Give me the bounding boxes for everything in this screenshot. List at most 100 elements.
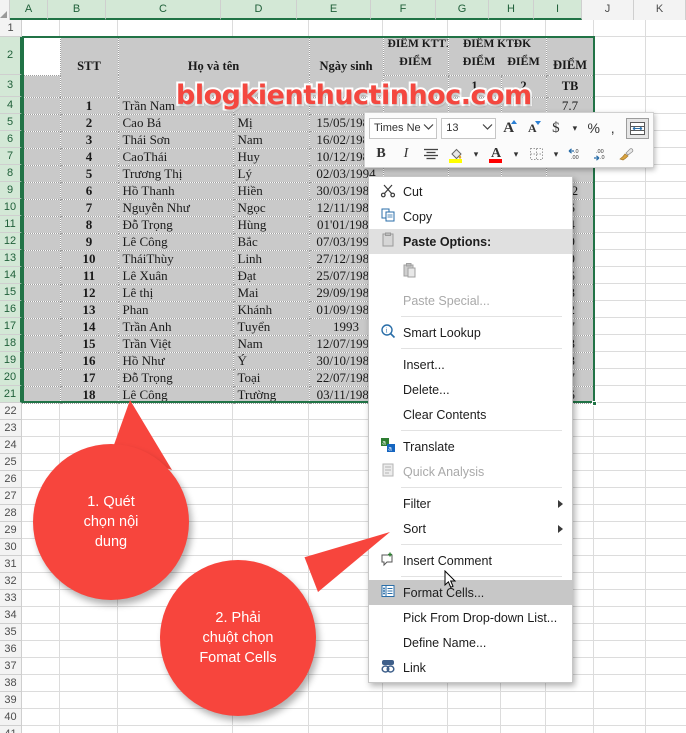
- grid-cell[interactable]: [501, 726, 546, 733]
- grid-cell[interactable]: [448, 709, 501, 726]
- cell-ho[interactable]: Đỗ Trọng: [118, 369, 234, 387]
- decrease-decimal-button[interactable]: .0 .00: [564, 143, 588, 165]
- cell-ho[interactable]: Trần Việt: [118, 335, 234, 353]
- row-header-41[interactable]: 41: [0, 726, 22, 733]
- grid-cell[interactable]: [594, 471, 646, 488]
- row-header-27[interactable]: 27: [0, 488, 22, 505]
- cell-ho[interactable]: Lê Công: [118, 233, 234, 251]
- grid-cell[interactable]: [60, 709, 118, 726]
- column-header-B[interactable]: B: [48, 0, 106, 20]
- column-header-J[interactable]: J: [582, 0, 634, 20]
- grid-cell[interactable]: [646, 505, 686, 522]
- grid-cell[interactable]: [309, 709, 383, 726]
- row-header-23[interactable]: 23: [0, 420, 22, 437]
- cell-ho[interactable]: Lê Xuân: [118, 267, 234, 285]
- cell-ho[interactable]: Lê thị: [118, 284, 234, 302]
- row-header-2[interactable]: 2: [0, 37, 22, 75]
- header-diem-ktdk[interactable]: ĐIỂM KTĐK ĐIỂM ĐIỂM: [448, 37, 547, 76]
- grid-cell[interactable]: [594, 216, 646, 233]
- cell-ho[interactable]: Nguyễn Như: [118, 199, 234, 217]
- grid-cell[interactable]: [501, 709, 546, 726]
- grid-cell[interactable]: [594, 250, 646, 267]
- row-spacer-a[interactable]: [22, 114, 61, 132]
- row-header-28[interactable]: 28: [0, 505, 22, 522]
- grid-cell[interactable]: [594, 335, 646, 352]
- grid-cell[interactable]: [60, 692, 118, 709]
- selection-fill-handle[interactable]: [592, 401, 597, 406]
- comma-style-button[interactable]: ,: [606, 117, 619, 139]
- row-header-37[interactable]: 37: [0, 658, 22, 675]
- grid-cell[interactable]: [646, 420, 686, 437]
- grid-cell[interactable]: [22, 403, 60, 420]
- cell-ten[interactable]: Ngọc: [233, 199, 310, 217]
- grid-cell[interactable]: [646, 369, 686, 386]
- menu-item-sort[interactable]: Sort: [369, 516, 572, 541]
- grid-cell[interactable]: [646, 471, 686, 488]
- grid-cell[interactable]: [646, 624, 686, 641]
- row-spacer-a[interactable]: [22, 165, 61, 183]
- grid-cell[interactable]: [22, 692, 60, 709]
- grid-cell[interactable]: [646, 284, 686, 301]
- row-header-33[interactable]: 33: [0, 590, 22, 607]
- grid-cell[interactable]: [546, 726, 594, 733]
- grid-cell[interactable]: [594, 488, 646, 505]
- grid-cell[interactable]: [594, 233, 646, 250]
- row-header-25[interactable]: 25: [0, 454, 22, 471]
- grid-cell[interactable]: [646, 658, 686, 675]
- font-name-combo[interactable]: Times Ne: [369, 117, 438, 139]
- row-spacer-a[interactable]: [22, 318, 61, 336]
- grid-cell[interactable]: [594, 607, 646, 624]
- row-spacer-a[interactable]: [22, 250, 61, 268]
- row-spacer-a[interactable]: [22, 199, 61, 217]
- grid-cell[interactable]: [646, 692, 686, 709]
- cell-stt[interactable]: 5: [60, 165, 119, 183]
- mini-toolbar[interactable]: Times Ne 13 A A $ ▾ % , B I ▾ A ▾ ▾ .0 .…: [364, 112, 654, 168]
- row-header-34[interactable]: 34: [0, 607, 22, 624]
- grid-cell[interactable]: [60, 420, 118, 437]
- cell-stt[interactable]: 6: [60, 182, 119, 200]
- cell-stt[interactable]: 11: [60, 267, 119, 285]
- grid-cell[interactable]: [594, 37, 646, 75]
- context-menu[interactable]: Cut Copy Paste Options: Paste Special... i Sm…: [368, 176, 573, 683]
- grid-cell[interactable]: [646, 437, 686, 454]
- italic-button[interactable]: I: [394, 143, 418, 165]
- cell-ho[interactable]: Cao Bá: [118, 114, 234, 132]
- cell-stt[interactable]: 7: [60, 199, 119, 217]
- row-spacer-a[interactable]: [22, 148, 61, 166]
- cell-a3[interactable]: [22, 75, 61, 98]
- grid-cell[interactable]: [22, 641, 60, 658]
- row-header-17[interactable]: 17: [0, 318, 22, 335]
- row-header-38[interactable]: 38: [0, 675, 22, 692]
- grid-cell[interactable]: [594, 386, 646, 403]
- grid-cell[interactable]: [594, 624, 646, 641]
- grid-cell[interactable]: [646, 386, 686, 403]
- grid-cell[interactable]: [646, 182, 686, 199]
- grid-cell[interactable]: [646, 20, 686, 37]
- paste-option-button[interactable]: [369, 254, 572, 288]
- row-header-12[interactable]: 12: [0, 233, 22, 250]
- menu-item-smart-lookup[interactable]: i Smart Lookup: [369, 320, 572, 345]
- grid-cell[interactable]: [646, 675, 686, 692]
- row-header-31[interactable]: 31: [0, 556, 22, 573]
- column-header-H[interactable]: H: [489, 0, 534, 20]
- row-header-3[interactable]: 3: [0, 75, 22, 97]
- cell-stt[interactable]: 16: [60, 352, 119, 370]
- row-header-22[interactable]: 22: [0, 403, 22, 420]
- grid-cell[interactable]: [60, 624, 118, 641]
- grid-cell[interactable]: [448, 726, 501, 733]
- menu-item-translate[interactable]: a a Translate: [369, 434, 572, 459]
- column-header-A[interactable]: A: [10, 0, 48, 20]
- menu-item-pick-from-drop-down-list[interactable]: Pick From Drop-down List...: [369, 605, 572, 630]
- cell-ten[interactable]: Nam: [233, 131, 310, 149]
- grow-font-button[interactable]: A: [497, 117, 520, 139]
- grid-cell[interactable]: [233, 539, 309, 556]
- grid-cell[interactable]: [233, 471, 309, 488]
- grid-cell[interactable]: [594, 675, 646, 692]
- row-header-29[interactable]: 29: [0, 522, 22, 539]
- grid-cell[interactable]: [646, 488, 686, 505]
- row-spacer-a[interactable]: [22, 352, 61, 370]
- grid-cell[interactable]: [546, 20, 594, 37]
- grid-cell[interactable]: [594, 420, 646, 437]
- column-header-I[interactable]: I: [534, 0, 582, 20]
- column-header-C[interactable]: C: [106, 0, 221, 20]
